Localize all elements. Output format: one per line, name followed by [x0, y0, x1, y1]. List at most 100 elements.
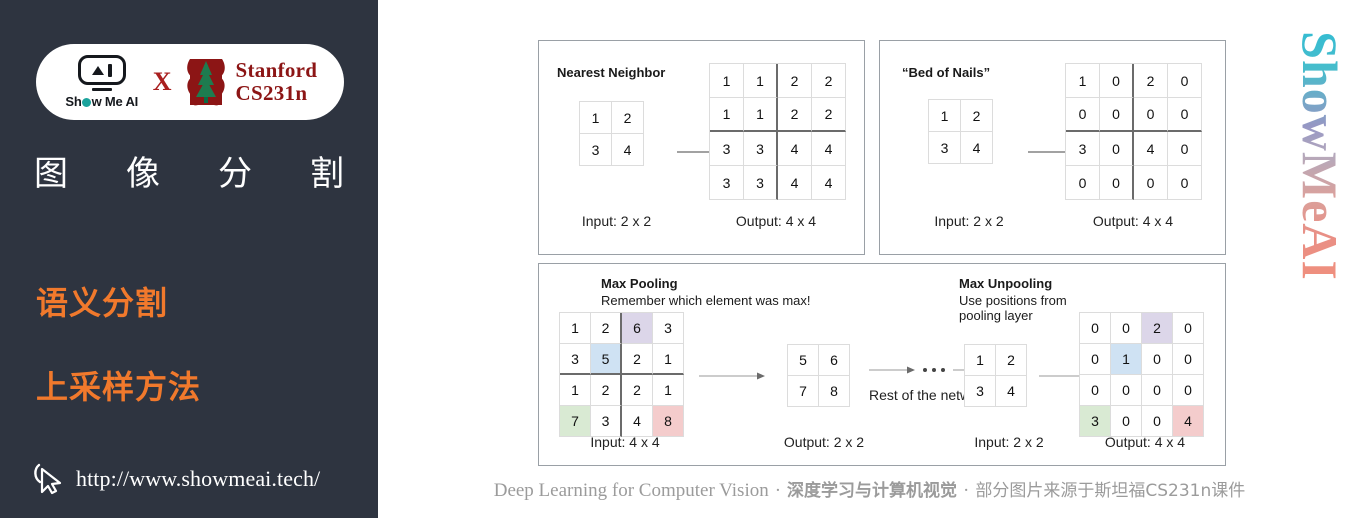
mp-output-grid: 5678: [787, 344, 850, 407]
grid-cell: 0: [1173, 375, 1204, 406]
grid-cell: 3: [1066, 132, 1100, 166]
grid-cell: 0: [1111, 406, 1142, 437]
mp-subtitle: Remember which element was max!: [601, 293, 811, 308]
mp-input-grid: 1263352112217348: [559, 312, 684, 437]
site-url-row[interactable]: http://www.showmeai.tech/: [32, 462, 320, 496]
grid-cell: 6: [622, 313, 653, 344]
grid-cell: 4: [778, 166, 812, 200]
grid-cell: 3: [1080, 406, 1111, 437]
bon-input-values: 1234: [928, 99, 993, 164]
footer-credit: Deep Learning for Computer Vision · 深度学习与计…: [378, 476, 1361, 502]
grid-cell: 1: [744, 64, 778, 98]
grid-cell: 0: [1168, 64, 1202, 98]
mu-title: Max Unpooling: [959, 276, 1053, 291]
grid-cell: 1: [710, 98, 744, 132]
nn-input-grid: 1234: [579, 101, 644, 166]
grid-cell: 1: [1111, 344, 1142, 375]
grid-cell: 0: [1134, 98, 1168, 132]
stanford-label: Stanford: [235, 58, 318, 83]
grid-cell: 0: [1168, 98, 1202, 132]
main-content: ShowMeAI Nearest Neighbor 1234 112211223…: [378, 0, 1361, 518]
sidebar: Sh w Me AI X Stanford CS231n 图 像 分 割 语义分…: [0, 0, 378, 518]
grid-cell: 1: [965, 345, 996, 376]
footer-cn-bold: 深度学习与计算机视觉: [787, 481, 958, 501]
panel-bed-of-nails: “Bed of Nails” 1234 1020000030400000 Inp…: [879, 40, 1226, 255]
mp-arrow-icon: [699, 372, 765, 380]
grid-cell: 0: [1066, 166, 1100, 200]
course-code-label: CS231n: [235, 81, 308, 105]
grid-cell: 1: [653, 375, 684, 406]
grid-cell: 0: [1168, 132, 1202, 166]
brand-logo-pill: Sh w Me AI X Stanford CS231n: [36, 44, 344, 120]
nn-input-values: 1234: [579, 101, 644, 166]
grid-cell: 2: [778, 98, 812, 132]
grid-cell: 1: [744, 98, 778, 132]
grid-cell: 4: [961, 132, 993, 164]
grid-cell: 0: [1100, 166, 1134, 200]
grid-cell: 4: [778, 132, 812, 166]
grid-cell: 0: [1100, 132, 1134, 166]
showmeai-wordmark: Sh w Me AI: [65, 94, 138, 109]
page-title-char-0: 图: [34, 154, 68, 194]
bon-output-grid: 1020000030400000: [1065, 63, 1202, 200]
grid-cell: 4: [812, 132, 846, 166]
panel-max-pooling-unpooling: Max Pooling Remember which element was m…: [538, 263, 1226, 466]
grid-cell: 0: [1173, 344, 1204, 375]
showmeai-wordmark-pre: Sh: [65, 94, 82, 109]
footer-en: Deep Learning for Computer Vision: [493, 480, 769, 501]
grid-cell: 0: [1111, 313, 1142, 344]
grid-cell: 3: [591, 406, 622, 437]
grid-cell: 5: [788, 345, 819, 376]
grid-cell: 4: [622, 406, 653, 437]
stanford-tree-icon: [186, 59, 225, 106]
grid-cell: 4: [612, 134, 644, 166]
rest-arrow-left-icon: [869, 366, 915, 374]
nn-input-caption: Input: 2 x 2: [581, 213, 652, 229]
grid-cell: 3: [560, 344, 591, 375]
grid-cell: 3: [929, 132, 961, 164]
grid-cell: 0: [1168, 166, 1202, 200]
cursor-icon: [34, 463, 62, 495]
mu-subtitle: Use positions from pooling layer: [959, 293, 1067, 324]
grid-cell: 1: [710, 64, 744, 98]
stanford-wordmark: Stanford CS231n: [236, 59, 318, 104]
stanford-logo: Stanford CS231n: [184, 55, 318, 109]
topic-item-0: 语义分割: [36, 284, 169, 322]
grid-cell: 4: [1134, 132, 1168, 166]
grid-cell: 2: [778, 64, 812, 98]
site-url-label[interactable]: http://www.showmeai.tech/: [76, 466, 320, 492]
grid-cell: 2: [812, 98, 846, 132]
mp-title: Max Pooling: [601, 276, 678, 291]
nn-output-caption: Output: 4 x 4: [735, 213, 817, 229]
grid-cell: 5: [591, 344, 622, 375]
mu-output-grid: 0020010000003004: [1079, 312, 1204, 437]
bar-icon: [107, 63, 112, 77]
grid-cell: 0: [1142, 406, 1173, 437]
mp-output-values: 5678: [787, 344, 850, 407]
logo-stand: [91, 88, 112, 91]
grid-cell: 2: [1142, 313, 1173, 344]
mu-input-caption: Input: 2 x 2: [974, 434, 1044, 450]
grid-cell: 3: [710, 132, 744, 166]
mp-input-values: 1263352112217348: [559, 312, 684, 437]
mu-output-values: 0020010000003004: [1079, 312, 1204, 437]
grid-cell: 8: [653, 406, 684, 437]
grid-cell: 2: [812, 64, 846, 98]
grid-cell: 8: [819, 376, 850, 407]
grid-cell: 0: [1134, 166, 1168, 200]
globe-dot-icon: [82, 98, 92, 107]
bon-output-caption: Output: 4 x 4: [1092, 213, 1174, 229]
grid-cell: 6: [819, 345, 850, 376]
grid-cell: 1: [560, 375, 591, 406]
grid-cell: 0: [1080, 344, 1111, 375]
grid-cell: 2: [591, 375, 622, 406]
grid-cell: 1: [580, 102, 612, 134]
mp-input-caption: Input: 4 x 4: [590, 434, 660, 450]
grid-cell: 0: [1080, 375, 1111, 406]
caret-icon: [91, 66, 104, 75]
grid-cell: 0: [1100, 98, 1134, 132]
page-title-char-1: 像: [126, 154, 160, 194]
grid-cell: 0: [1111, 375, 1142, 406]
grid-cell: 4: [996, 376, 1027, 407]
footer-sep-1: ·: [774, 480, 782, 501]
